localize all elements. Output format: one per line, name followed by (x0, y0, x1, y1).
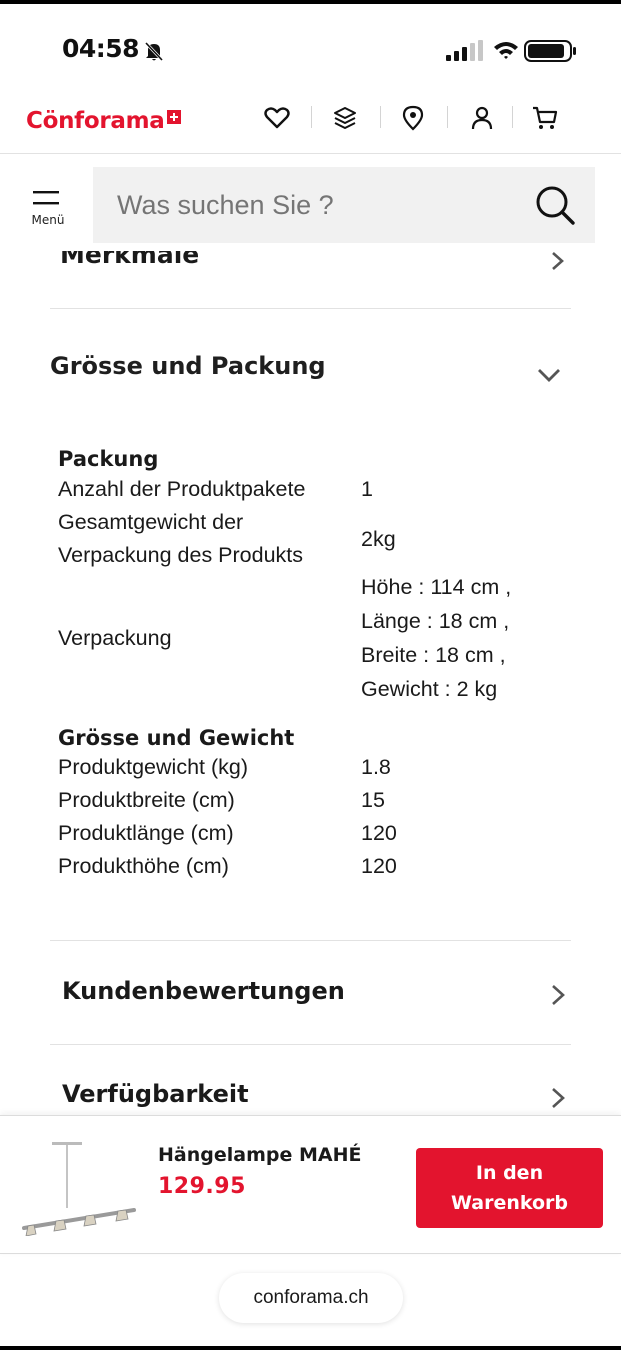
spec-label: Verpackung des Produkts (58, 543, 304, 567)
cart-icon[interactable] (531, 104, 559, 132)
spec-value: 15 (361, 788, 385, 812)
user-icon[interactable] (468, 104, 496, 132)
search-icon[interactable] (533, 183, 577, 227)
divider (50, 940, 571, 941)
spec-label: Gesamtgewicht der (58, 510, 244, 534)
accordion-groesse-und-packung[interactable]: Grösse und Packung (50, 340, 571, 400)
accordion-title: Verfügbarkeit (62, 1080, 249, 1108)
menu-label[interactable]: Menü (26, 213, 70, 227)
status-bar: 04:58 (0, 4, 621, 84)
location-pin-icon[interactable] (399, 104, 427, 132)
spec-value: Breite : 18 cm , (361, 643, 506, 667)
heart-icon[interactable] (263, 104, 291, 132)
spec-label: Anzahl der Produktpakete (58, 477, 306, 501)
chevron-right-icon (552, 252, 564, 270)
product-price: 129.95 (158, 1174, 246, 1199)
sticky-product-bar: Hängelampe MAHÉ 129.95 In den Warenkorb (0, 1115, 621, 1254)
spec-group-heading: Packung (58, 447, 159, 471)
chevron-right-icon (552, 1088, 565, 1108)
spec-group-heading: Grösse und Gewicht (58, 726, 295, 750)
spec-value: 2kg (361, 527, 396, 551)
battery-icon (524, 40, 576, 62)
spec-label: Produktbreite (cm) (58, 788, 235, 812)
signal-icon (446, 40, 483, 61)
status-time: 04:58 (62, 34, 140, 63)
wifi-icon (494, 42, 518, 59)
product-name: Hängelampe MAHÉ (158, 1144, 362, 1166)
layers-icon[interactable] (331, 104, 359, 132)
logo-text: Cönforama (26, 108, 165, 134)
spec-value: Gewicht : 2 kg (361, 677, 498, 701)
swiss-cross-icon (166, 110, 181, 124)
spec-value: 1 (361, 477, 373, 501)
add-to-cart-label-line2: Warenkorb (450, 1192, 569, 1214)
spec-value: Länge : 18 cm , (361, 609, 510, 633)
add-to-cart-button[interactable]: In den Warenkorb (416, 1148, 603, 1228)
site-header: Cönforama (0, 84, 621, 154)
spec-value: Höhe : 114 cm , (361, 575, 512, 599)
browser-url-bar[interactable]: conforama.ch (219, 1273, 403, 1323)
url-text: conforama.ch (253, 1287, 369, 1308)
spec-value: 120 (361, 854, 397, 878)
spec-label: Produkthöhe (cm) (58, 854, 229, 878)
conforama-logo[interactable]: Cönforama (26, 104, 181, 138)
search-field[interactable] (117, 189, 517, 221)
add-to-cart-label-line1: In den (475, 1162, 544, 1184)
divider (50, 1044, 571, 1045)
chevron-right-icon (552, 985, 565, 1005)
spec-label: Verpackung (58, 626, 172, 650)
bell-muted-icon (144, 41, 164, 62)
spec-value: 1.8 (361, 755, 391, 779)
spec-label: Produktgewicht (kg) (58, 755, 248, 779)
hamburger-icon[interactable] (33, 191, 59, 205)
product-thumbnail[interactable] (22, 1136, 142, 1236)
accordion-title: Kundenbewertungen (62, 977, 345, 1005)
spec-label: Produktlänge (cm) (58, 821, 234, 845)
spec-value: 120 (361, 821, 397, 845)
chevron-down-icon (538, 369, 560, 382)
accordion-title: Grösse und Packung (50, 352, 326, 380)
accordion-kundenbewertungen[interactable]: Kundenbewertungen (50, 953, 571, 1033)
